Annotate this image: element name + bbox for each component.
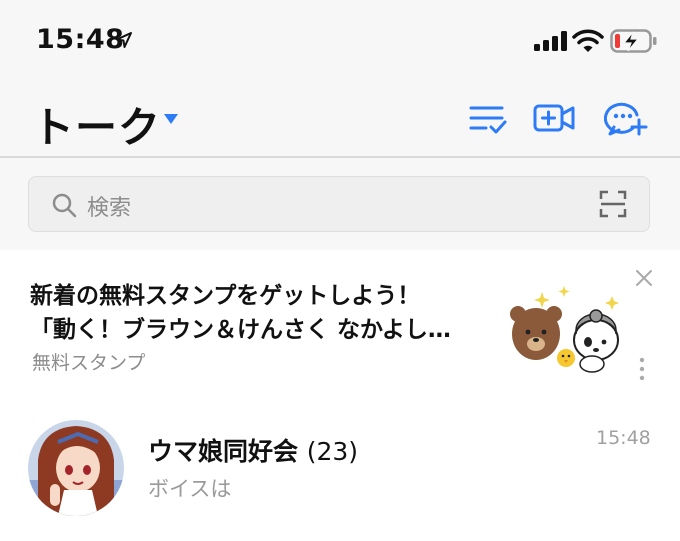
- close-icon[interactable]: [634, 268, 654, 288]
- search-input[interactable]: 検索: [28, 176, 650, 232]
- chat-last-message: ボイスは: [148, 477, 232, 501]
- chat-add-icon[interactable]: [604, 98, 648, 138]
- search-placeholder: 検索: [87, 196, 132, 221]
- chevron-down-icon[interactable]: [163, 113, 179, 125]
- battery-charging-icon: [610, 29, 657, 53]
- search-icon: [52, 193, 77, 218]
- search-area: 検索: [0, 158, 680, 250]
- avatar: [28, 420, 124, 516]
- signal-icon: [534, 31, 567, 51]
- sticker-image: [510, 286, 619, 373]
- video-add-icon[interactable]: [532, 98, 576, 138]
- promo-banner[interactable]: 新着の無料スタンプをゲットしよう！ 「動く！ブラウン＆けんさく なかよし… 無料…: [0, 250, 680, 400]
- status-bar: 15:48: [0, 0, 680, 80]
- chat-timestamp: 15:48: [596, 427, 651, 449]
- chat-name-text: ウマ娘同好会: [148, 437, 299, 466]
- more-vertical-icon[interactable]: [637, 356, 647, 382]
- scan-icon[interactable]: [599, 190, 627, 218]
- promo-subtitle: 無料スタンプ: [32, 352, 146, 374]
- chat-name: ウマ娘同好会 (23): [148, 432, 358, 468]
- page-title[interactable]: トーク: [32, 94, 161, 155]
- location-arrow-icon: [116, 32, 132, 48]
- sort-check-icon[interactable]: [466, 98, 510, 138]
- promo-title: 新着の無料スタンプをゲットしよう！: [30, 283, 421, 309]
- chat-list-item[interactable]: ウマ娘同好会 (23) ボイスは 15:48: [0, 400, 680, 541]
- header: トーク: [0, 80, 680, 158]
- status-time: 15:48: [36, 24, 125, 55]
- promo-title-line2: 「動く！ブラウン＆けんさく なかよし…: [30, 317, 451, 343]
- wifi-icon: [572, 29, 604, 52]
- member-count: (23): [306, 437, 359, 466]
